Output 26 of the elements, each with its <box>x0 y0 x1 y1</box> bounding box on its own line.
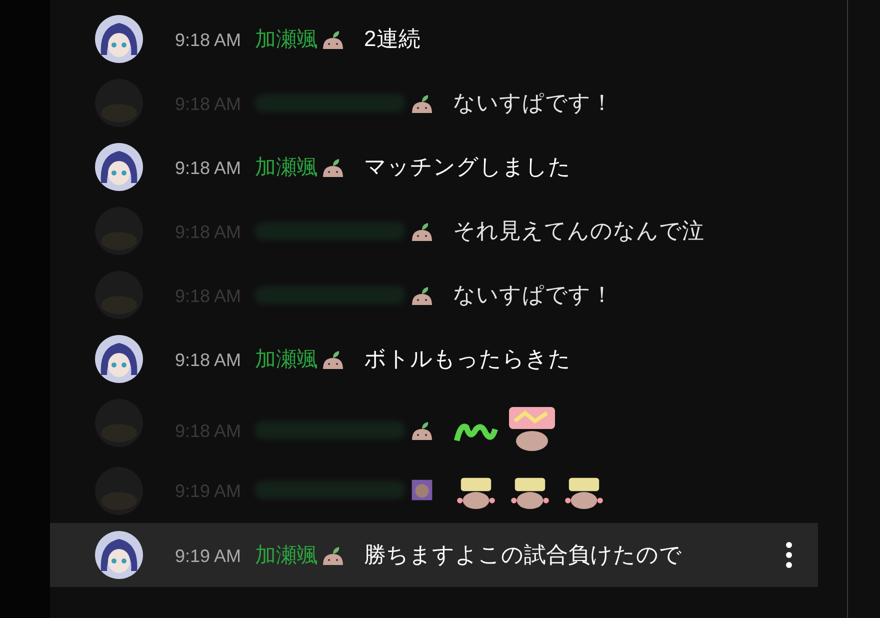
avatar-icon <box>95 79 143 127</box>
author-name[interactable]: 加瀬颯 <box>255 348 318 371</box>
timestamp: 9:18 AM <box>175 350 242 370</box>
message-text: ボトルもったらきた <box>364 346 572 371</box>
message-text: マッチングしました <box>364 154 572 179</box>
timestamp: 9:19 AM <box>175 546 242 566</box>
avatar-icon <box>95 15 143 63</box>
author-name[interactable]: 加瀬颯 <box>255 156 318 179</box>
message-text: ないすぱです！ <box>453 90 614 115</box>
message-text: それ見えてんのなんで泣 <box>453 218 704 243</box>
avatar-icon <box>95 143 143 191</box>
avatar-icon <box>95 207 143 255</box>
message-text: ないすぱです！ <box>453 282 614 307</box>
avatar-icon <box>95 335 143 383</box>
avatar-icon <box>95 531 143 579</box>
message-text: 勝ちますよこの試合負けたので <box>364 542 682 567</box>
more-options-icon[interactable] <box>786 542 792 568</box>
avatar-icon <box>95 399 143 447</box>
timestamp: 9:18 AM <box>175 158 242 178</box>
timestamp: 9:18 AM <box>175 30 242 50</box>
avatar-icon <box>95 467 143 515</box>
sticker-icon <box>507 405 558 451</box>
author-name[interactable]: 加瀬颯 <box>255 28 318 51</box>
message-text: 2連続 <box>364 26 420 51</box>
author-name[interactable]: 加瀬颯 <box>255 544 318 567</box>
avatar-icon <box>95 271 143 319</box>
